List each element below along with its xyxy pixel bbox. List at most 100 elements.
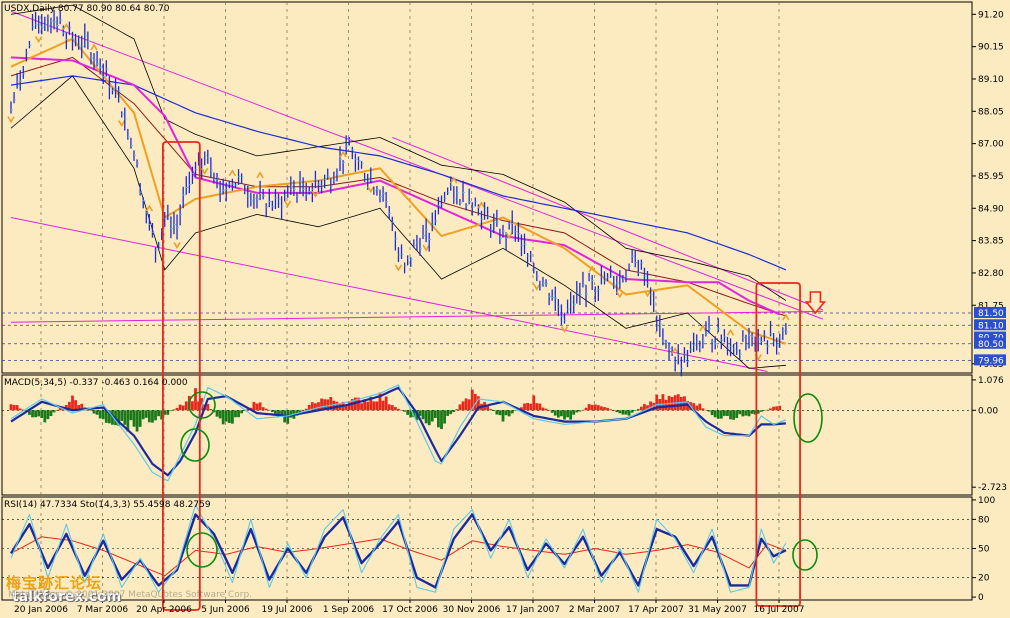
- macd-axis-label: 1.076: [978, 376, 1004, 386]
- macd-histogram-bar: [120, 410, 124, 421]
- macd-histogram-bar: [679, 397, 683, 411]
- macd-histogram-bar: [138, 410, 142, 427]
- time-axis-label: 7 Mar 2006: [77, 605, 129, 615]
- macd-histogram-bar: [129, 410, 133, 421]
- macd-histogram-bar: [541, 407, 545, 411]
- macd-axis-label: 0.00: [978, 406, 998, 416]
- macd-histogram-bar: [523, 403, 526, 411]
- macd-histogram-bar: [443, 410, 446, 424]
- macd-histogram-bar: [43, 410, 47, 423]
- macd-histogram-bar: [264, 408, 268, 411]
- macd-histogram-bar: [630, 410, 634, 413]
- time-axis-label: 1 Sep 2006: [323, 605, 375, 615]
- macd-histogram-bar: [258, 402, 262, 411]
- macd-histogram-bar: [147, 410, 151, 423]
- macd-histogram-bar: [424, 410, 428, 424]
- price-level-tag-label: 80.50: [978, 340, 1004, 350]
- macd-histogram-bar: [366, 401, 370, 411]
- macd-histogram-bar: [707, 410, 711, 412]
- macd-histogram-bar: [154, 410, 157, 421]
- macd-histogram-bar: [15, 405, 19, 411]
- macd-histogram-bar: [267, 409, 271, 411]
- macd-histogram-bar: [52, 410, 56, 413]
- macd-histogram-bar: [636, 408, 640, 411]
- macd-histogram-bar: [237, 410, 240, 418]
- macd-histogram-bar: [218, 410, 222, 419]
- macd-histogram-bar: [261, 407, 265, 411]
- macd-histogram-bar: [621, 410, 625, 415]
- macd-histogram-bar: [194, 388, 197, 411]
- macd-histogram-bar: [695, 405, 699, 411]
- macd-histogram-bar: [455, 409, 459, 411]
- macd-histogram-bar: [633, 410, 637, 411]
- macd-histogram-bar: [46, 410, 50, 420]
- macd-histogram-bar: [34, 410, 37, 418]
- macd-histogram-bar: [157, 410, 160, 417]
- macd-histogram-bar: [729, 410, 732, 420]
- macd-axis-label: -2.723: [978, 483, 1007, 493]
- oscillator-axis-label: 50: [978, 545, 990, 555]
- macd-histogram-bar: [584, 407, 588, 411]
- macd-histogram-bar: [227, 410, 231, 424]
- macd-histogram-bar: [372, 401, 376, 411]
- macd-histogram-bar: [556, 410, 560, 418]
- time-axis-label: 31 May 2007: [688, 605, 747, 615]
- price-panel-header: USDX,Daily 80.77 80.90 80.64 80.70: [4, 4, 170, 14]
- macd-histogram-bar: [578, 410, 582, 412]
- macd-histogram-bar: [504, 410, 508, 416]
- macd-histogram-bar: [169, 410, 173, 412]
- macd-histogram-bar: [101, 410, 105, 420]
- macd-histogram-bar: [452, 410, 456, 413]
- macd-histogram-bar: [726, 410, 729, 416]
- macd-histogram-bar: [191, 401, 194, 411]
- price-level-tag-label: 79.96: [978, 356, 1004, 366]
- macd-histogram-bar: [178, 404, 182, 411]
- macd-histogram-bar: [738, 410, 742, 415]
- macd-histogram-bar: [639, 406, 643, 411]
- macd-histogram-bar: [172, 409, 176, 411]
- time-axis-label: 19 Jul 2006: [262, 605, 313, 615]
- macd-histogram-bar: [360, 403, 363, 411]
- macd-histogram-bar: [234, 410, 237, 418]
- macd-histogram-bar: [618, 410, 622, 414]
- macd-histogram-bar: [701, 408, 705, 411]
- macd-histogram-bar: [390, 405, 394, 411]
- macd-histogram-bar: [12, 405, 16, 411]
- macd-histogram-bar: [489, 409, 493, 411]
- macd-histogram-bar: [759, 410, 763, 412]
- oscillator-axis-label: 100: [978, 496, 995, 506]
- macd-histogram-bar: [427, 410, 431, 426]
- time-axis-label: 17 Oct 2006: [382, 605, 438, 615]
- macd-histogram-bar: [596, 405, 600, 411]
- price-axis-label: 83.85: [978, 237, 1004, 247]
- macd-histogram-bar: [393, 407, 397, 411]
- price-level-tag-label: 81.10: [978, 321, 1004, 331]
- watermark-footer: MetaTrader, © 2001-2007 MetaQuotes Softw…: [8, 590, 253, 600]
- macd-histogram-bar: [600, 406, 603, 411]
- macd-histogram-bar: [18, 408, 22, 411]
- macd-histogram-bar: [181, 405, 185, 411]
- macd-histogram-bar: [590, 404, 594, 411]
- macd-histogram-bar: [384, 396, 388, 411]
- macd-histogram-bar: [184, 401, 188, 411]
- macd-histogram-bar: [449, 410, 453, 415]
- macd-histogram-bar: [314, 403, 317, 411]
- time-axis-label: 20 Jan 2006: [14, 605, 68, 615]
- macd-histogram-bar: [529, 403, 533, 411]
- macd-histogram-bar: [713, 410, 717, 418]
- macd-histogram-bar: [732, 410, 736, 420]
- macd-histogram-bar: [532, 395, 536, 411]
- macd-histogram-bar: [464, 398, 468, 411]
- macd-histogram-bar: [55, 410, 59, 411]
- macd-histogram-bar: [231, 410, 234, 424]
- macd-histogram-bar: [572, 410, 576, 415]
- macd-histogram-bar: [587, 404, 591, 411]
- macd-histogram-bar: [569, 410, 573, 420]
- macd-histogram-bar: [166, 410, 170, 415]
- macd-histogram-bar: [575, 410, 579, 413]
- macd-histogram-bar: [683, 396, 686, 411]
- time-axis-label: 2 Mar 2007: [569, 605, 620, 615]
- macd-histogram-bar: [89, 410, 93, 411]
- price-axis-label: 91.20: [978, 10, 1004, 20]
- macd-histogram-bar: [433, 410, 437, 418]
